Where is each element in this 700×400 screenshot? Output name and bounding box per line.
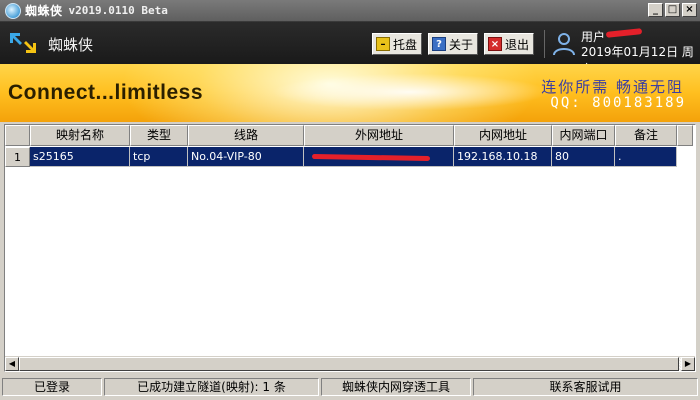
username-redaction bbox=[605, 28, 643, 38]
col-header-note[interactable]: 备注 bbox=[615, 125, 677, 146]
app-globe-icon bbox=[5, 2, 21, 19]
about-button[interactable]: ? 关于 bbox=[428, 33, 479, 55]
cell-note: . bbox=[615, 147, 677, 167]
maximize-button[interactable]: □ bbox=[665, 3, 680, 17]
window-controls: _ □ × bbox=[648, 3, 697, 17]
about-button-label: 关于 bbox=[449, 37, 474, 52]
banner-slogan: Connect...limitless bbox=[8, 81, 204, 104]
cell-private-address: 192.168.10.18 bbox=[454, 147, 552, 167]
close-button[interactable]: × bbox=[682, 3, 697, 17]
exit-button-label: 退出 bbox=[505, 37, 530, 52]
row-index: 1 bbox=[5, 147, 30, 167]
scroll-right-button[interactable]: ▶ bbox=[681, 357, 695, 371]
status-tunnels: 已成功建立隧道(映射): 1 条 bbox=[104, 378, 319, 396]
table-header: 映射名称 类型 线路 外网地址 内网地址 内网端口 备注 bbox=[5, 125, 693, 146]
cell-private-port: 80 bbox=[552, 147, 615, 167]
tray-button-label: 托盘 bbox=[393, 37, 418, 52]
cell-line: No.04-VIP-80 bbox=[188, 147, 304, 167]
cell-type: tcp bbox=[130, 147, 188, 167]
app-header: 蜘蛛侠 – 托盘 ? 关于 × 退出 用户 2019年01月12日 周六 bbox=[0, 22, 700, 76]
app-window: 蜘蛛侠 v2019.0110 Beta _ □ × 蜘蛛侠 – 托盘 ? 关于 … bbox=[0, 0, 700, 400]
user-icon bbox=[553, 33, 575, 56]
horizontal-scrollbar[interactable]: ◀ ▶ bbox=[5, 356, 695, 371]
status-product: 蜘蛛侠内网穿透工具 bbox=[321, 378, 471, 396]
promo-banner: Connect...limitless 连你所需 畅通无阻 QQ: 800183… bbox=[0, 64, 700, 122]
mapping-table[interactable]: 映射名称 类型 线路 外网地址 内网地址 内网端口 备注 1 s25165 tc… bbox=[4, 124, 696, 372]
window-title: 蜘蛛侠 bbox=[25, 4, 63, 18]
header-divider bbox=[544, 30, 545, 58]
cell-name: s25165 bbox=[30, 147, 130, 167]
status-login: 已登录 bbox=[2, 378, 102, 396]
col-header-name[interactable]: 映射名称 bbox=[30, 125, 130, 146]
header-app-name: 蜘蛛侠 bbox=[48, 36, 94, 54]
banner-tagline: 连你所需 畅通无阻 bbox=[541, 78, 684, 96]
banner-qq-number: QQ: 800183189 bbox=[550, 95, 686, 111]
col-header-private-address[interactable]: 内网地址 bbox=[454, 125, 552, 146]
col-header-filler bbox=[677, 125, 693, 146]
scroll-thumb[interactable] bbox=[19, 357, 679, 371]
title-bar[interactable]: 蜘蛛侠 v2019.0110 Beta _ □ × bbox=[0, 0, 700, 22]
tray-icon: – bbox=[376, 37, 390, 51]
exit-icon: × bbox=[488, 37, 502, 51]
exit-button[interactable]: × 退出 bbox=[484, 33, 535, 55]
banner-light-streak bbox=[260, 72, 560, 112]
col-header-line[interactable]: 线路 bbox=[188, 125, 304, 146]
minimize-button[interactable]: _ bbox=[648, 3, 663, 17]
scroll-track[interactable] bbox=[19, 357, 681, 371]
app-logo-icon bbox=[10, 33, 36, 53]
col-header-index[interactable] bbox=[5, 125, 30, 146]
status-support[interactable]: 联系客服试用 bbox=[473, 378, 698, 396]
col-header-private-port[interactable]: 内网端口 bbox=[552, 125, 615, 146]
status-bar: 已登录 已成功建立隧道(映射): 1 条 蜘蛛侠内网穿透工具 联系客服试用 bbox=[0, 376, 700, 400]
about-icon: ? bbox=[432, 37, 446, 51]
scroll-left-button[interactable]: ◀ bbox=[5, 357, 19, 371]
col-header-type[interactable]: 类型 bbox=[130, 125, 188, 146]
window-version: v2019.0110 Beta bbox=[68, 4, 168, 17]
col-header-public-address[interactable]: 外网地址 bbox=[304, 125, 454, 146]
tray-button[interactable]: – 托盘 bbox=[372, 33, 423, 55]
